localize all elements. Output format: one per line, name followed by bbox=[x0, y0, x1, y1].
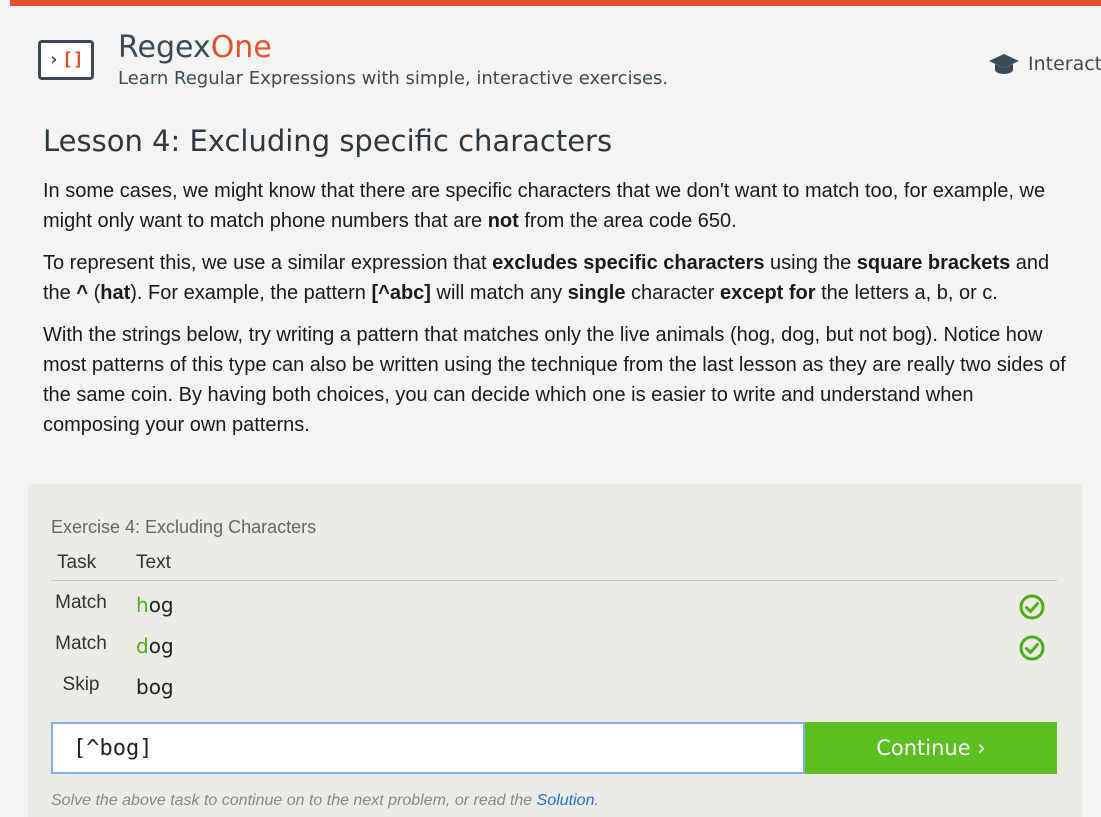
solution-link[interactable]: Solution bbox=[537, 792, 595, 809]
exercise-panel: Exercise 4: Excluding Characters Task Te… bbox=[28, 484, 1082, 817]
continue-button[interactable]: Continue › bbox=[805, 722, 1057, 774]
task-type: Skip bbox=[62, 674, 100, 695]
task-text: bog bbox=[136, 675, 174, 699]
nav-label: Interactive bbox=[1028, 53, 1101, 75]
check-icon bbox=[1019, 594, 1045, 620]
column-header-task: Task bbox=[57, 552, 97, 573]
brand-title[interactable]: RegexOne bbox=[118, 30, 272, 66]
task-text: dog bbox=[136, 634, 174, 658]
lesson-title: Lesson 4: Excluding specific characters bbox=[43, 124, 613, 158]
task-type: Match bbox=[55, 592, 107, 613]
divider bbox=[51, 580, 1057, 581]
task-text: hog bbox=[136, 593, 174, 617]
task-row: Skip bog bbox=[51, 668, 1057, 708]
regex-input-wrapper bbox=[51, 722, 805, 774]
hint-text: Solve the above task to continue on to t… bbox=[51, 792, 599, 809]
task-row: Match dog bbox=[51, 627, 1057, 667]
lesson-paragraph-3: With the strings below, try writing a pa… bbox=[43, 324, 1066, 436]
regex-input[interactable] bbox=[53, 724, 803, 772]
lesson-paragraph-1: In some cases, we might know that there … bbox=[43, 180, 1046, 232]
check-icon bbox=[1019, 635, 1045, 661]
lesson-paragraph-2: To represent this, we use a similar expr… bbox=[43, 252, 1050, 304]
task-row: Match hog bbox=[51, 586, 1057, 626]
graduation-cap-icon bbox=[989, 54, 1019, 74]
page: ›[] RegexOne Learn Regular Expressions w… bbox=[10, 6, 1101, 817]
exercise-title: Exercise 4: Excluding Characters bbox=[51, 517, 317, 537]
nav-interactive-tutorial[interactable]: Interactive bbox=[988, 52, 1101, 76]
logo-icon[interactable]: ›[] bbox=[38, 40, 94, 80]
task-type: Match bbox=[55, 633, 107, 654]
column-header-text: Text bbox=[136, 552, 171, 573]
lesson-content: In some cases, we might know that there … bbox=[43, 176, 1073, 452]
tagline: Learn Regular Expressions with simple, i… bbox=[118, 68, 669, 89]
